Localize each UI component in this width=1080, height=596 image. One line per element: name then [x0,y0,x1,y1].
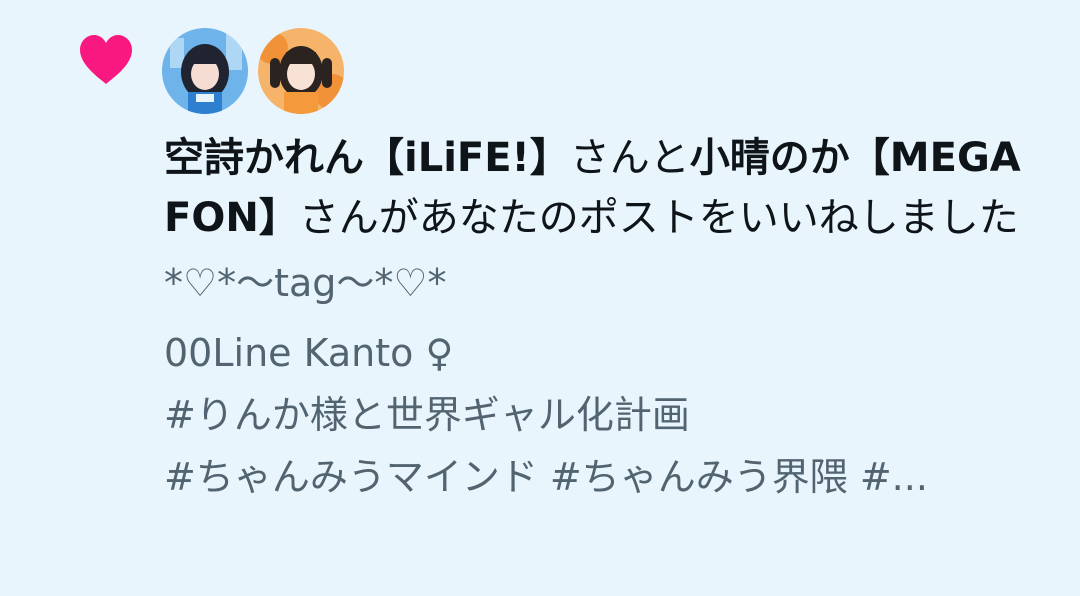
and-text: さんと [569,135,690,181]
action-text: さんがあなたのポストをいいねしました [298,195,1019,241]
post-preview-line-3: #りんか様と世界ギャル化計画 [164,393,690,437]
avatar-group [162,28,344,114]
notification-message: 空詩かれん【iLiFE!】さんと小晴のか【MEGAFON】さんがあなたのポストを… [164,128,1044,248]
user-name-1[interactable]: 空詩かれん【iLiFE!】 [164,135,570,181]
avatar-user-1[interactable] [162,28,248,114]
post-preview[interactable]: *♡*〜tag〜*♡* 00Line Kanto ♀ #りんか様と世界ギャル化計… [164,252,1044,508]
avatar-user-2[interactable] [258,28,344,114]
heart-icon [78,34,134,86]
post-preview-line-2: 00Line Kanto ♀ [164,331,454,375]
notification-content: 空詩かれん【iLiFE!】さんと小晴のか【MEGAFON】さんがあなたのポストを… [164,128,1044,508]
like-notification[interactable]: 空詩かれん【iLiFE!】さんと小晴のか【MEGAFON】さんがあなたのポストを… [0,0,1080,596]
post-preview-line-4: #ちゃんみうマインド #ちゃんみう界隈 #... [164,455,928,499]
post-preview-line-1: *♡*〜tag〜*♡* [164,261,447,305]
